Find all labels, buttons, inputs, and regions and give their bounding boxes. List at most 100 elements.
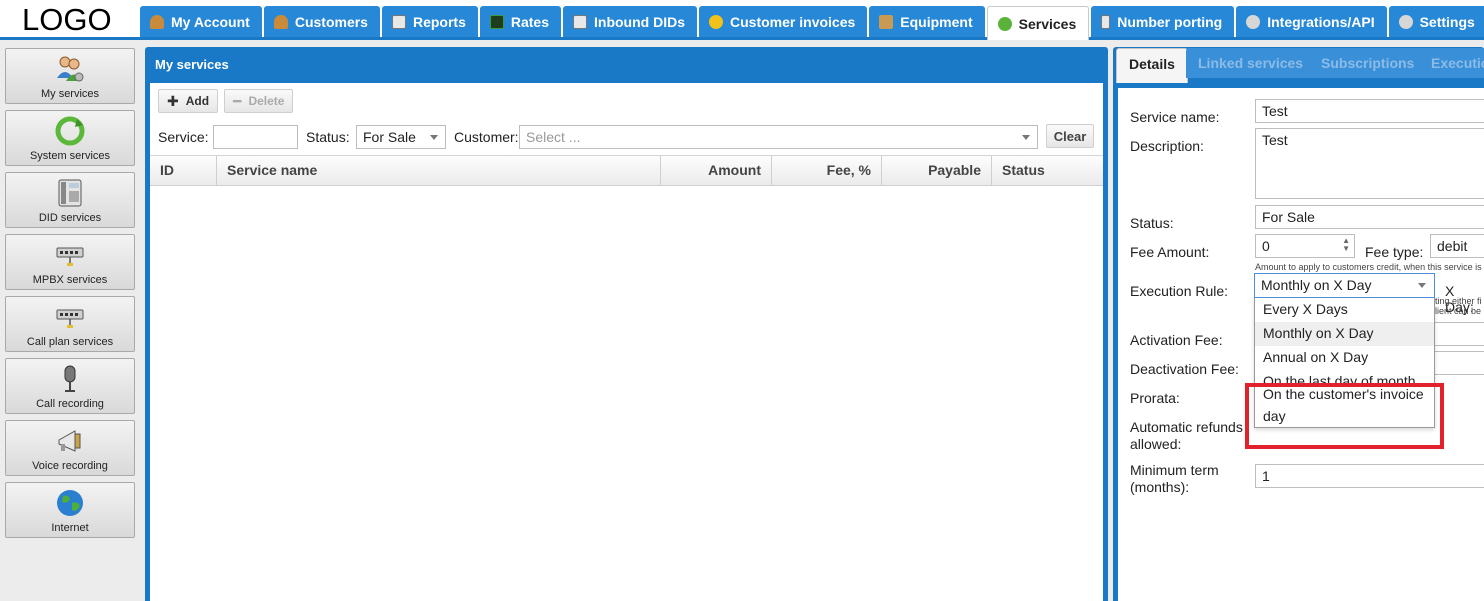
service-name-label: Service name: <box>1130 109 1220 125</box>
services-table-header: ID Service name Amount Fee, % Payable St… <box>150 155 1103 186</box>
column-header-status[interactable]: Status <box>992 156 1103 185</box>
did-icon <box>573 14 588 29</box>
chevron-down-icon <box>1418 283 1426 288</box>
column-header-id[interactable]: ID <box>150 156 217 185</box>
deactivation-fee-label: Deactivation Fee: <box>1130 361 1239 377</box>
fee-amount-input[interactable]: 0 ▲ ▼ <box>1255 234 1355 258</box>
plus-icon: ✚ <box>167 92 179 109</box>
fee-type-select[interactable]: debit <box>1430 234 1484 258</box>
execution-hint-line1: ting either fi <box>1435 296 1482 306</box>
main-nav: My Account Customers Reports Rates Inbou… <box>140 6 1484 40</box>
tab-integrations-api[interactable]: Integrations/API <box>1236 6 1387 37</box>
execution-rule-label: Execution Rule: <box>1130 283 1229 299</box>
status-filter-label: Status: <box>306 129 350 145</box>
clear-button[interactable]: Clear <box>1046 124 1094 148</box>
tab-inbound-dids[interactable]: Inbound DIDs <box>563 6 698 37</box>
my-services-panel: My services ✚ Add ━ Delete Service: Status… <box>145 47 1108 601</box>
megaphone-icon <box>58 430 81 452</box>
tab-details[interactable]: Details <box>1116 48 1188 83</box>
status-select[interactable]: For Sale <box>1255 205 1484 229</box>
minimum-term-input[interactable]: 1 <box>1255 464 1484 488</box>
sidebar-item-internet[interactable]: Internet <box>5 482 135 538</box>
minus-icon: ━ <box>233 92 242 109</box>
logo: LOGO <box>22 2 112 37</box>
user-icon <box>150 14 164 29</box>
sidebar-item-call-plan-services[interactable]: Call plan services <box>5 296 135 352</box>
box-icon <box>879 14 894 29</box>
services-sidebar: My services System services DID services… <box>5 48 135 544</box>
tab-customers[interactable]: Customers <box>263 6 380 37</box>
fee-type-label: Fee type: <box>1365 244 1424 260</box>
fee-amount-hint: Amount to apply to customers credit, whe… <box>1255 262 1482 272</box>
microphone-icon <box>64 365 76 392</box>
gear-icon <box>1246 14 1261 29</box>
sidebar-item-system-services[interactable]: System services <box>5 110 135 166</box>
column-header-amount[interactable]: Amount <box>661 156 772 185</box>
tab-reports[interactable]: Reports <box>381 6 478 37</box>
automatic-refunds-label-line1: Automatic refunds <box>1130 419 1243 435</box>
report-icon <box>391 14 406 29</box>
minimum-term-label-line1: Minimum term <box>1130 462 1219 478</box>
activation-fee-label: Activation Fee: <box>1130 332 1223 348</box>
sidebar-item-my-services[interactable]: My services <box>5 48 135 104</box>
description-textarea[interactable]: Test <box>1255 128 1484 199</box>
settings-icon <box>1398 14 1413 29</box>
service-name-input[interactable]: Test <box>1255 99 1484 123</box>
column-header-service-name[interactable]: Service name <box>217 156 661 185</box>
sidebar-item-did-services[interactable]: DID services <box>5 172 135 228</box>
sidebar-item-mpbx-services[interactable]: MPBX services <box>5 234 135 290</box>
tab-my-account[interactable]: My Account <box>140 6 262 37</box>
tab-services[interactable]: Services <box>986 6 1090 40</box>
fee-amount-label: Fee Amount: <box>1130 244 1210 260</box>
tab-linked-services[interactable]: Linked services <box>1186 48 1316 78</box>
sidebar-item-voice-recording[interactable]: Voice recording <box>5 420 135 476</box>
description-label: Description: <box>1130 138 1204 154</box>
service-filter-input[interactable] <box>213 125 298 149</box>
chevron-down-icon <box>1022 135 1030 140</box>
dropdown-option-every-x-days[interactable]: Every X Days <box>1255 298 1434 322</box>
execution-hint-line2: lient can be <box>1435 306 1482 316</box>
globe-icon <box>57 490 83 516</box>
tab-customer-invoices[interactable]: Customer invoices <box>699 6 868 37</box>
refresh-icon <box>55 116 85 146</box>
network-switch-icon <box>56 309 84 328</box>
customer-filter-label: Customer: <box>454 129 519 145</box>
phone-icon <box>1101 14 1111 29</box>
tab-settings[interactable]: Settings <box>1388 6 1484 37</box>
dropdown-option-monthly-on-x-day[interactable]: Monthly on X Day <box>1255 322 1434 346</box>
column-header-fee[interactable]: Fee, % <box>772 156 882 185</box>
tab-subscriptions[interactable]: Subscriptions <box>1309 48 1427 78</box>
execution-rule-select[interactable]: Monthly on X Day <box>1254 273 1435 298</box>
annotation-highlight-box <box>1245 383 1444 449</box>
panel-title: My services <box>155 57 229 72</box>
refresh-icon <box>997 16 1012 31</box>
tab-equipment[interactable]: Equipment <box>869 6 985 37</box>
automatic-refunds-label-line2: allowed: <box>1130 436 1182 452</box>
column-header-payable[interactable]: Payable <box>882 156 992 185</box>
panel-body: ✚ Add ━ Delete Service: Status: For Sale C… <box>150 83 1103 601</box>
tab-execution[interactable]: Executio <box>1419 48 1484 78</box>
coins-icon <box>709 14 724 29</box>
desk-phone-icon <box>58 179 82 207</box>
minimum-term-label-line2: (months): <box>1130 479 1190 495</box>
users-gear-icon <box>57 56 84 82</box>
rates-icon <box>489 14 504 29</box>
add-button[interactable]: ✚ Add <box>158 89 219 113</box>
network-switch-icon <box>56 247 84 266</box>
delete-button[interactable]: ━ Delete <box>224 89 294 113</box>
top-bar: LOGO My Account Customers Reports Rates … <box>0 0 1484 40</box>
spinner-icon[interactable]: ▲ ▼ <box>1342 237 1350 253</box>
status-label: Status: <box>1130 215 1174 231</box>
service-filter-label: Service: <box>158 129 209 145</box>
details-tabs: Details Linked services Subscriptions Ex… <box>1113 47 1484 83</box>
tab-rates[interactable]: Rates <box>479 6 562 37</box>
customer-filter-select[interactable]: Select ... <box>519 125 1038 149</box>
sidebar-item-call-recording[interactable]: Call recording <box>5 358 135 414</box>
customer-icon <box>273 14 288 29</box>
tab-number-porting[interactable]: Number porting <box>1091 6 1235 37</box>
chevron-down-icon <box>430 135 438 140</box>
dropdown-option-last-day-of-month[interactable]: On the last day of month <box>1255 370 1434 383</box>
status-filter-select[interactable]: For Sale <box>356 125 446 149</box>
prorata-label: Prorata: <box>1130 390 1180 406</box>
dropdown-option-annual-on-x-day[interactable]: Annual on X Day <box>1255 346 1434 370</box>
